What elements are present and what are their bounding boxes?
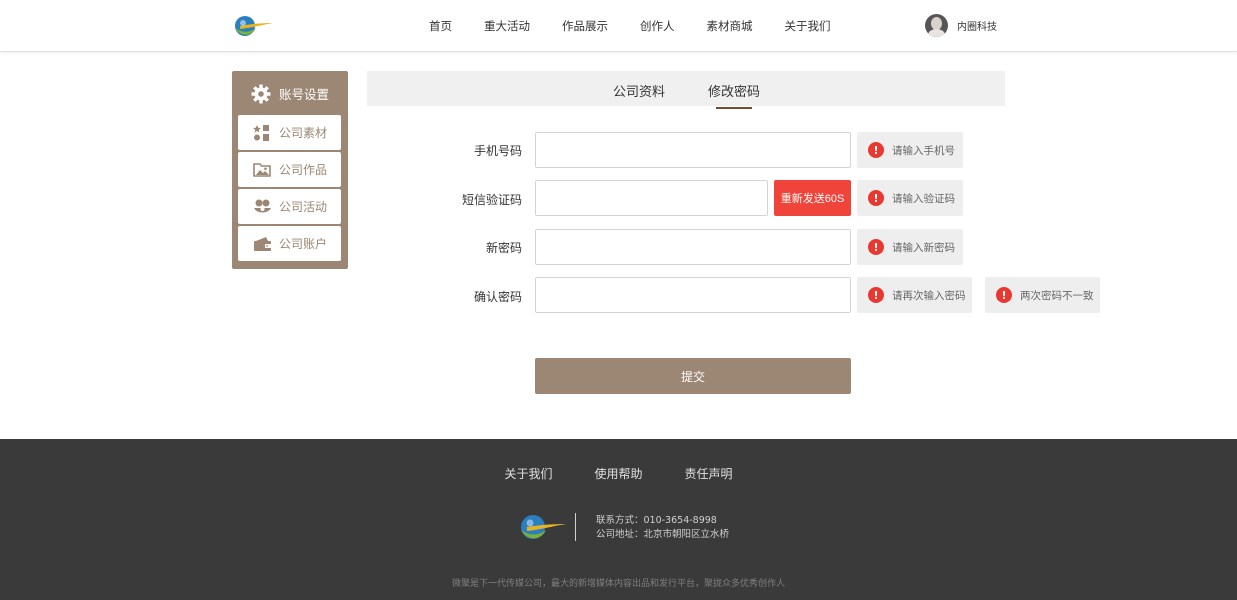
error-icon: !: [868, 287, 884, 303]
sms-code-error-text: 请输入验证码: [892, 192, 955, 205]
confirm-password-error-text: 请再次输入密码: [892, 289, 966, 302]
resend-code-button[interactable]: 重新发送60S: [774, 180, 851, 216]
tab-company-info[interactable]: 公司资料: [613, 81, 665, 100]
sidebar-item-label: 公司作品: [279, 163, 328, 177]
gear-icon: [251, 84, 271, 104]
nav-home[interactable]: 首页: [429, 18, 452, 34]
password-mismatch-error-tip: ! 两次密码不一致: [985, 277, 1100, 313]
footer-link-help[interactable]: 使用帮助: [594, 465, 642, 482]
user-name[interactable]: 内圈科技: [957, 18, 997, 33]
nav-major-events[interactable]: 重大活动: [484, 18, 530, 34]
phone-label: 手机号码: [473, 144, 522, 158]
password-mismatch-error-text: 两次密码不一致: [1020, 289, 1094, 302]
wallet-icon: [252, 235, 272, 253]
top-header: 首页 重大活动 作品展示 创作人 素材商城 关于我们 内圈科技: [0, 0, 1237, 52]
submit-button[interactable]: 提交: [535, 358, 851, 394]
footer-contact: 联系方式：010-3654-8998 公司地址：北京市朝阳区立水桥: [596, 514, 729, 542]
footer: 关于我们 使用帮助 责任声明 联系方式：010-3654-8998 公司地址：北…: [0, 439, 1237, 600]
confirm-password-error-tip: ! 请再次输入密码: [857, 277, 972, 313]
account-settings-sidebar: 账号设置 公司素材 公司作品 公司活动 公司账户: [232, 71, 348, 269]
phone-error-text: 请输入手机号: [892, 144, 955, 157]
error-icon: !: [868, 239, 884, 255]
nav-creators[interactable]: 创作人: [640, 18, 675, 34]
contact-phone: 联系方式：010-3654-8998: [596, 515, 717, 526]
activity-icon: [252, 198, 272, 216]
footer-links: 关于我们 使用帮助 责任声明: [0, 465, 1237, 482]
footer-divider: [575, 513, 576, 541]
tab-change-password[interactable]: 修改密码: [708, 81, 760, 109]
sidebar-item-label: 公司账户: [279, 237, 328, 251]
sidebar-item-company-works[interactable]: 公司作品: [238, 152, 341, 187]
sidebar-item-company-materials[interactable]: 公司素材: [238, 115, 341, 150]
footer-link-disclaimer[interactable]: 责任声明: [685, 465, 733, 482]
error-icon: !: [996, 287, 1012, 303]
avatar[interactable]: [925, 14, 948, 37]
sidebar-item-label: 公司活动: [279, 200, 328, 214]
confirm-password-label: 确认密码: [473, 290, 522, 304]
user-menu[interactable]: 内圈科技: [925, 14, 997, 37]
footer-slogan: 微聚是下一代传媒公司，最大的新增媒体内容出品和发行平台，聚拢众多优秀创作人: [451, 579, 785, 589]
error-icon: !: [868, 190, 884, 206]
phone-input[interactable]: [535, 132, 851, 168]
sidebar-item-company-account[interactable]: 公司账户: [238, 226, 341, 261]
logo-icon[interactable]: [232, 11, 274, 41]
new-password-error-text: 请输入新密码: [892, 241, 955, 254]
new-password-input[interactable]: [535, 229, 851, 265]
nav-material-store[interactable]: 素材商城: [707, 18, 753, 34]
main-nav: 首页 重大活动 作品展示 创作人 素材商城 关于我们: [413, 0, 847, 52]
nav-about[interactable]: 关于我们: [785, 18, 831, 34]
phone-error-tip: ! 请输入手机号: [857, 132, 963, 168]
sidebar-title-label: 账号设置: [278, 87, 329, 102]
sidebar-item-company-activities[interactable]: 公司活动: [238, 189, 341, 224]
shapes-icon: [252, 124, 272, 142]
sms-code-label: 短信验证码: [461, 193, 522, 207]
folder-image-icon: [252, 161, 272, 179]
sidebar-item-label: 公司素材: [279, 126, 328, 140]
contact-address: 公司地址：北京市朝阳区立水桥: [596, 529, 730, 540]
nav-works[interactable]: 作品展示: [562, 18, 608, 34]
footer-link-about[interactable]: 关于我们: [504, 465, 552, 482]
sms-code-input[interactable]: [535, 180, 768, 216]
sms-code-error-tip: ! 请输入验证码: [857, 180, 963, 216]
sidebar-title: 账号设置: [232, 71, 348, 116]
settings-tabs: 公司资料 修改密码: [367, 71, 1005, 109]
error-icon: !: [868, 142, 884, 158]
footer-logo-icon: [517, 511, 567, 544]
new-password-error-tip: ! 请输入新密码: [857, 229, 963, 265]
confirm-password-input[interactable]: [535, 277, 851, 313]
new-password-label: 新密码: [485, 241, 522, 255]
